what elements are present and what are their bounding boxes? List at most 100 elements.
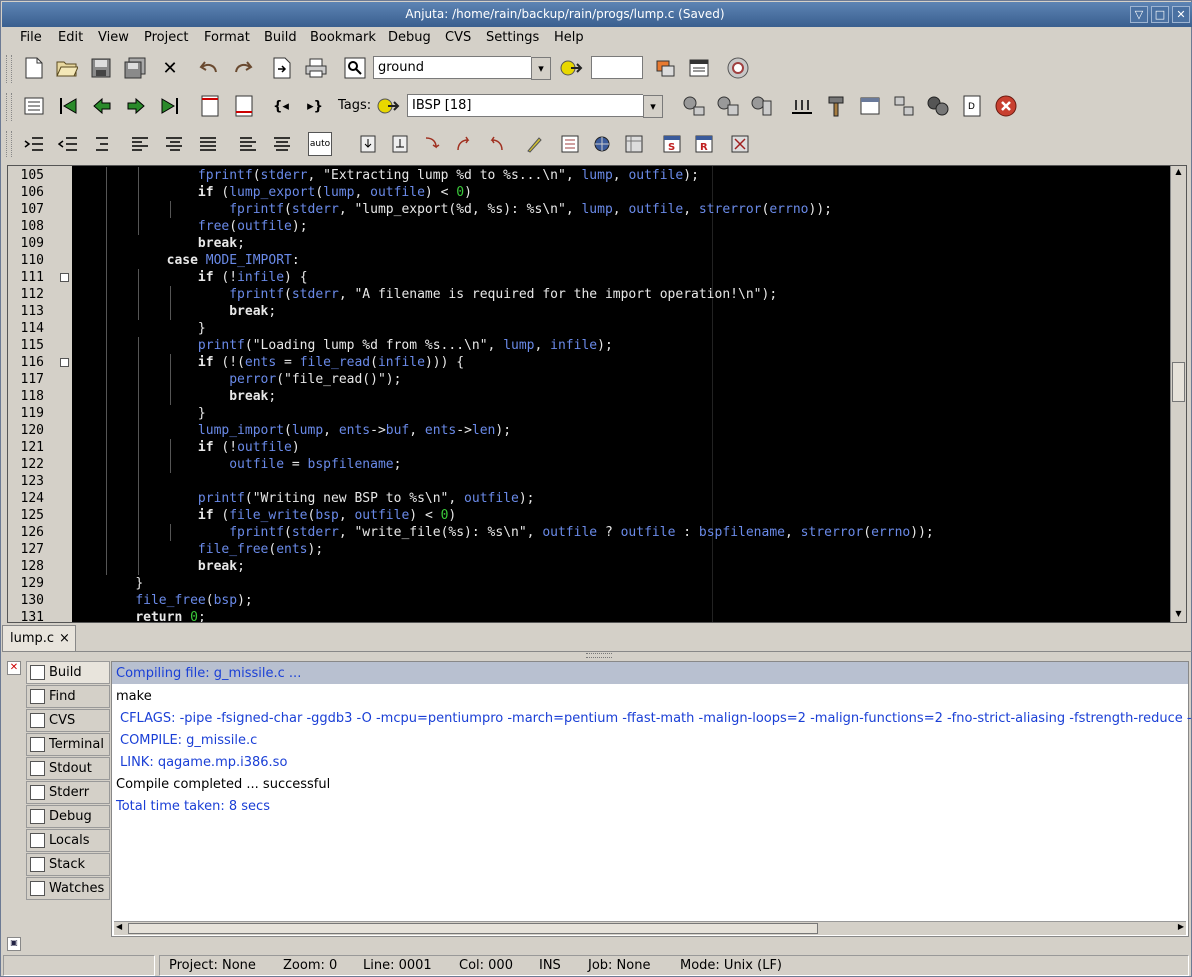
code-line[interactable]: fprintf(stderr, "A filename is required … <box>104 286 777 303</box>
code-line[interactable]: outfile = bspfilename; <box>104 456 401 473</box>
block-end-icon[interactable] <box>232 94 256 118</box>
prev-brace-icon[interactable]: {◂ <box>269 94 293 118</box>
block-start-icon[interactable] <box>198 94 222 118</box>
windows-icon[interactable] <box>653 56 677 80</box>
output-pane[interactable]: Compiling file: g_missile.c ... make CFLA… <box>111 661 1192 937</box>
format-style3-icon[interactable] <box>196 132 220 156</box>
compile-icon[interactable] <box>682 94 706 118</box>
side-tab-stdout[interactable]: Stdout <box>26 757 110 780</box>
code-line[interactable]: } <box>104 405 206 422</box>
scroll-right-arrow[interactable]: ▶ <box>1178 922 1184 931</box>
side-tab-debug[interactable]: Debug <box>26 805 110 828</box>
fold-marker[interactable] <box>60 273 69 282</box>
code-line[interactable]: printf("Loading lump %d from %s...\n", l… <box>104 337 613 354</box>
code-line[interactable]: free(outfile); <box>104 218 308 235</box>
panel-close-icon[interactable]: ✕ <box>7 661 21 675</box>
back-icon[interactable] <box>90 94 114 118</box>
code-line[interactable]: break; <box>104 558 245 575</box>
menu-build[interactable]: Build <box>264 30 297 46</box>
code-line[interactable]: if (file_write(bsp, outfile) < 0) <box>104 507 456 524</box>
code-line[interactable]: break; <box>104 235 245 252</box>
tag-list-icon[interactable] <box>22 94 46 118</box>
format-style1-icon[interactable] <box>128 132 152 156</box>
code-line[interactable]: return 0; <box>104 609 205 622</box>
code-line[interactable]: break; <box>104 303 276 320</box>
new-file-icon[interactable] <box>22 56 46 80</box>
goto-line-input[interactable] <box>591 56 643 79</box>
build-all-icon[interactable] <box>750 94 774 118</box>
import-file-icon[interactable] <box>270 56 294 80</box>
minimize-button[interactable]: ▽ <box>1130 6 1148 23</box>
search-combo[interactable]: ground ▾ <box>373 56 551 80</box>
scroll-up-arrow[interactable]: ▲ <box>1172 167 1185 181</box>
settings-gears-icon[interactable] <box>926 94 950 118</box>
whitespace-icon[interactable] <box>622 132 646 156</box>
code-line[interactable]: fprintf(stderr, "write_file(%s): %s\n", … <box>104 524 933 541</box>
last-icon[interactable] <box>158 94 182 118</box>
code-line[interactable]: perror("file_read()"); <box>104 371 401 388</box>
next-brace-icon[interactable]: ▸} <box>303 94 327 118</box>
code-line[interactable]: if (!infile) { <box>104 269 308 286</box>
code-area[interactable]: fprintf(stderr, "Extracting lump %d to %… <box>72 166 1170 622</box>
save-all-icon[interactable] <box>123 56 147 80</box>
menu-debug[interactable]: Debug <box>388 30 431 46</box>
tags-dropdown-icon[interactable]: ▾ <box>643 95 663 118</box>
side-tab-find[interactable]: Find <box>26 685 110 708</box>
close-all-icon[interactable] <box>728 132 752 156</box>
code-line[interactable]: printf("Writing new BSP to %s\n", outfil… <box>104 490 535 507</box>
stop-icon[interactable] <box>994 94 1018 118</box>
toolbar-grip[interactable] <box>6 93 12 121</box>
maximize-button[interactable]: □ <box>1151 6 1169 23</box>
code-line[interactable]: break; <box>104 388 276 405</box>
side-tab-build[interactable]: Build <box>26 661 110 684</box>
pane-resize-handle[interactable] <box>586 653 612 658</box>
globe-icon[interactable] <box>590 132 614 156</box>
fold-all-icon[interactable] <box>452 132 476 156</box>
code-line[interactable]: file_free(ents); <box>104 541 323 558</box>
format-style5-icon[interactable] <box>270 132 294 156</box>
code-line[interactable]: lump_import(lump, ents->buf, ents->len); <box>104 422 511 439</box>
format-style4-icon[interactable] <box>236 132 260 156</box>
source-mode-icon[interactable]: S <box>660 132 684 156</box>
code-line[interactable]: case MODE_IMPORT: <box>104 252 300 269</box>
close-file-icon[interactable]: ✕ <box>158 56 182 80</box>
redo-icon[interactable] <box>231 56 255 80</box>
code-line[interactable]: fprintf(stderr, "lump_export(%d, %s): %s… <box>104 201 832 218</box>
code-line[interactable]: if (lump_export(lump, outfile) < 0) <box>104 184 472 201</box>
document-icon[interactable]: D <box>960 94 984 118</box>
goto-line-icon[interactable] <box>560 56 584 80</box>
tags-combo[interactable]: IBSP [18] ▾ <box>407 94 663 118</box>
first-icon[interactable] <box>56 94 80 118</box>
menu-help[interactable]: Help <box>554 30 584 46</box>
code-line[interactable]: } <box>104 320 206 337</box>
code-line[interactable]: if (!outfile) <box>104 439 300 456</box>
menu-bookmark[interactable]: Bookmark <box>310 30 376 46</box>
side-tab-stderr[interactable]: Stderr <box>26 781 110 804</box>
toolbar-grip[interactable] <box>6 55 12 83</box>
auto-format-button[interactable]: auto <box>308 132 332 156</box>
indent-icon[interactable] <box>90 132 114 156</box>
scroll-thumb[interactable] <box>1172 362 1185 402</box>
tags-go-icon[interactable] <box>377 94 401 118</box>
line-numbers-icon[interactable] <box>558 132 582 156</box>
panel-dock-icon[interactable]: ▣ <box>7 937 21 951</box>
fold-marker[interactable] <box>60 358 69 367</box>
step-icon[interactable] <box>892 94 916 118</box>
output-hscrollbar[interactable]: ◀ ▶ <box>114 921 1186 935</box>
indent-decrease-icon[interactable] <box>56 132 80 156</box>
print-icon[interactable] <box>304 56 328 80</box>
highlight-icon[interactable] <box>522 132 546 156</box>
side-tab-watches[interactable]: Watches <box>26 877 110 900</box>
help-icon[interactable] <box>726 56 750 80</box>
code-line[interactable]: if (!(ents = file_read(infile))) { <box>104 354 464 371</box>
forward-icon[interactable] <box>124 94 148 118</box>
menu-project[interactable]: Project <box>144 30 188 46</box>
debug-window-icon[interactable] <box>858 94 882 118</box>
hammer-icon[interactable] <box>824 94 848 118</box>
tab-close-icon[interactable]: × <box>59 631 70 646</box>
tab-lump-c[interactable]: lump.c × <box>2 625 76 651</box>
code-line[interactable]: } <box>104 575 143 592</box>
menu-file[interactable]: File <box>20 30 42 46</box>
indent-increase-icon[interactable] <box>22 132 46 156</box>
hscroll-thumb[interactable] <box>128 923 818 934</box>
